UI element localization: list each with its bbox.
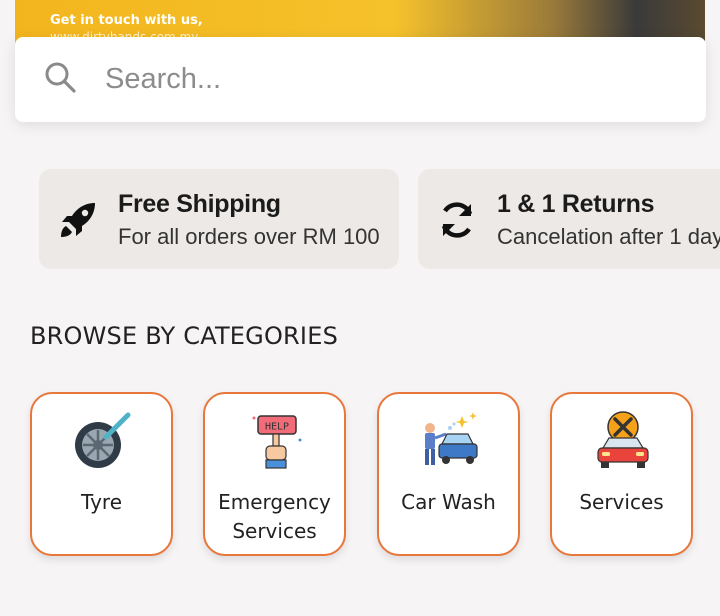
feature-free-shipping: Free Shipping For all orders over RM 100 (39, 169, 399, 269)
category-tyre[interactable]: Tyre (30, 392, 173, 556)
search-bar[interactable] (15, 37, 706, 122)
feature-subtitle: For all orders over RM 100 (118, 224, 380, 249)
search-icon[interactable] (44, 61, 78, 95)
feature-returns: 1 & 1 Returns Cancelation after 1 day (418, 169, 720, 269)
car-service-icon (597, 411, 649, 468)
feature-title: 1 & 1 Returns (497, 190, 655, 218)
svg-text:HELP: HELP (265, 422, 289, 433)
rocket-icon (61, 203, 95, 237)
category-emergency-services[interactable]: HELP Emergency Services (203, 392, 346, 556)
category-label: Emergency Services (218, 490, 331, 543)
section-title: BROWSE BY CATEGORIES (30, 322, 339, 350)
category-label: Car Wash (401, 490, 496, 514)
help-sign-icon: HELP (252, 415, 302, 469)
category-label: Services (579, 490, 664, 514)
banner-headline: Get in touch with us, (50, 13, 203, 28)
tyre-icon (75, 412, 131, 468)
car-wash-icon (425, 412, 478, 465)
refresh-icon (441, 202, 473, 238)
category-car-wash[interactable]: Car Wash (377, 392, 520, 556)
category-label: Tyre (80, 490, 123, 514)
feature-title: Free Shipping (118, 190, 281, 218)
feature-subtitle: Cancelation after 1 day (497, 224, 720, 249)
search-input[interactable] (105, 57, 665, 101)
category-services[interactable]: Services (550, 392, 693, 556)
